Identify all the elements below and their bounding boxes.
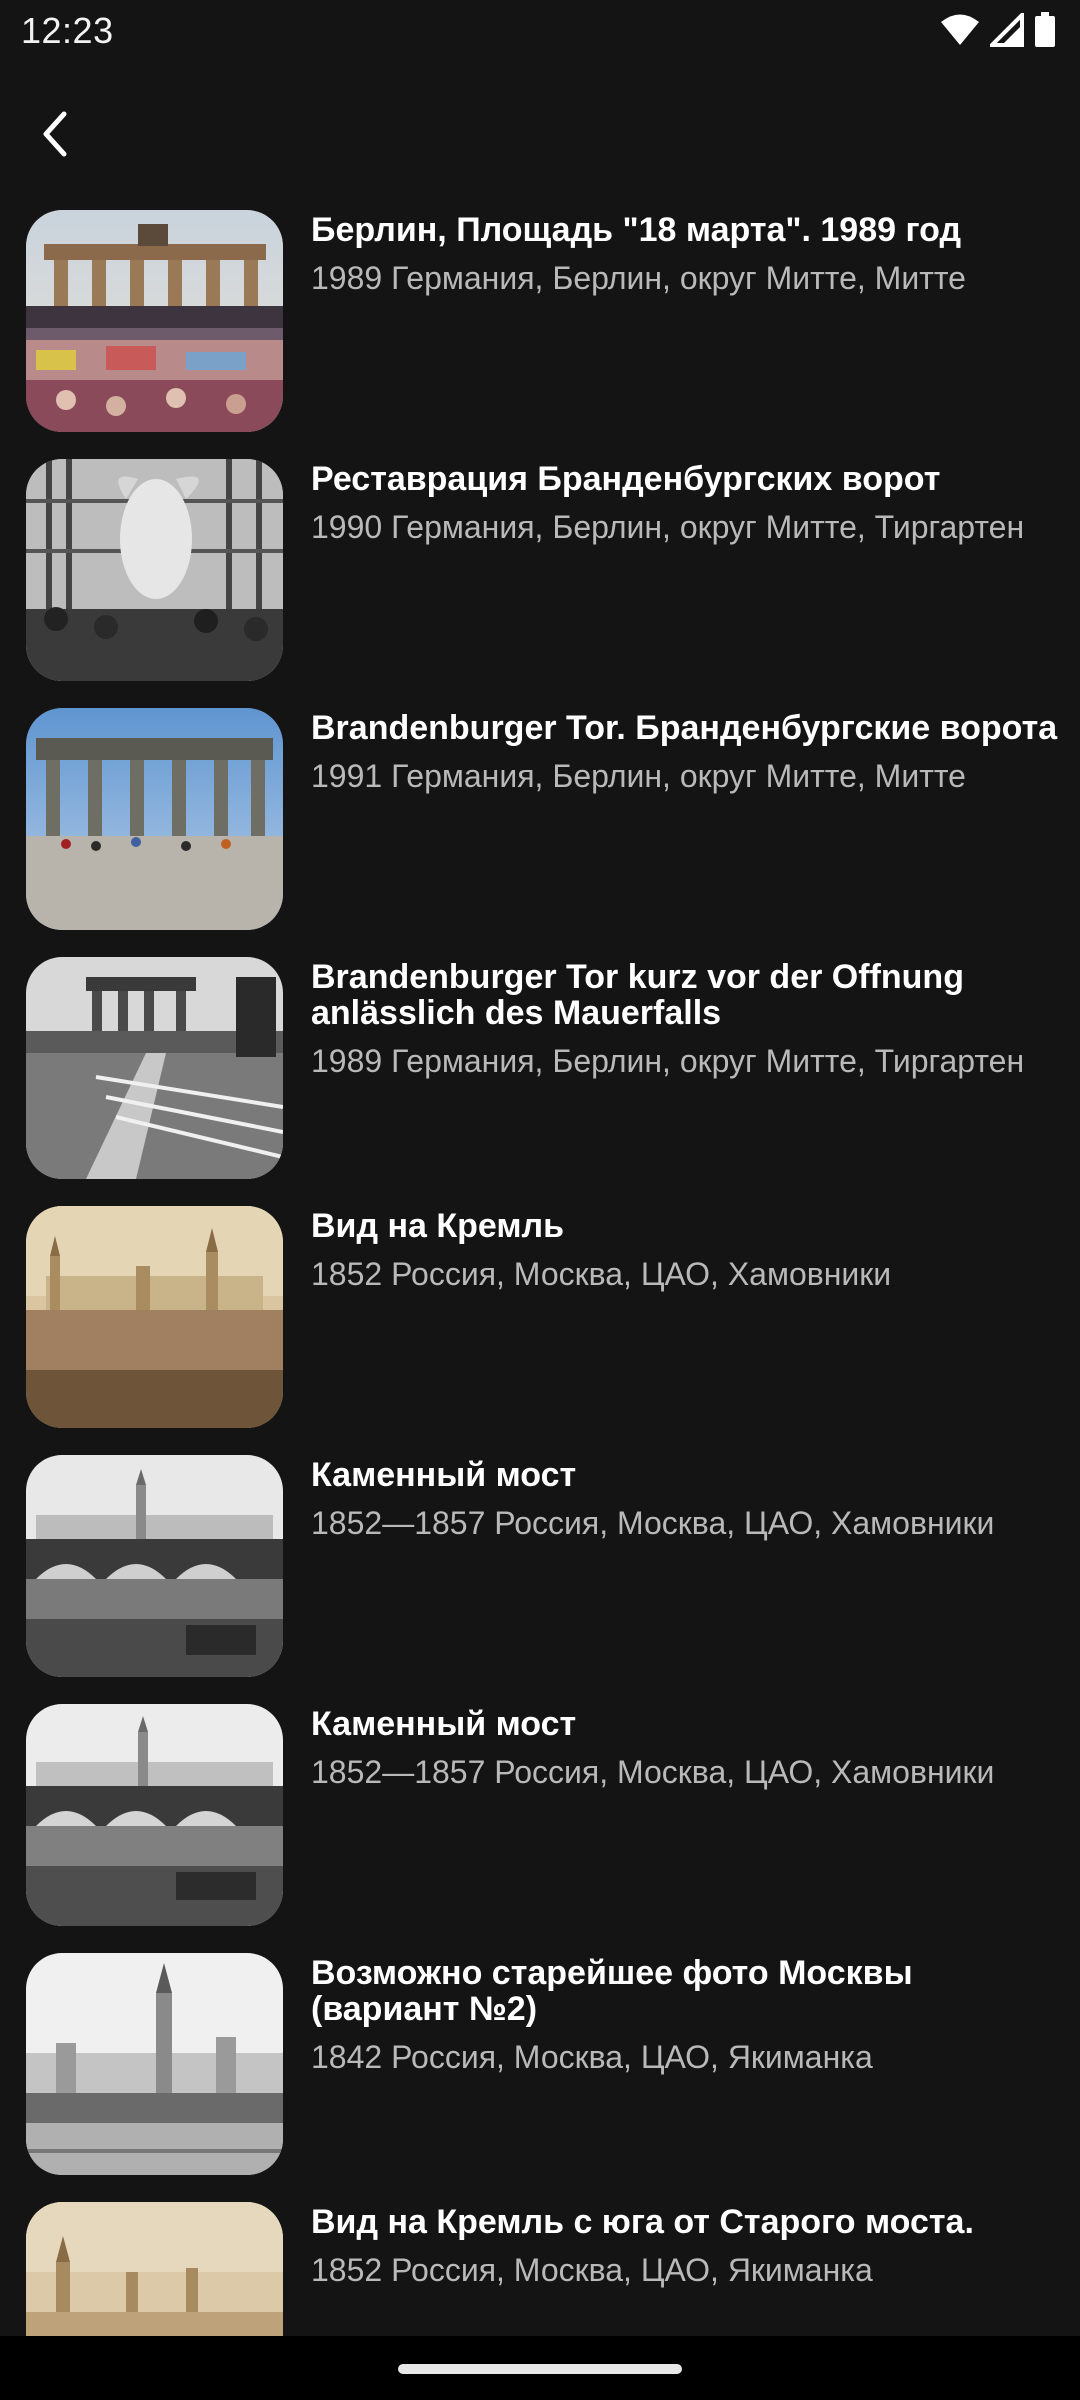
photo-thumbnail[interactable] [26, 708, 283, 930]
photo-thumbnail[interactable] [26, 210, 283, 432]
list-item-text: Вид на Кремль с юга от Старого моста. 18… [311, 2200, 1061, 2287]
list-item-text: Берлин, Площадь "18 марта". 1989 год 198… [311, 208, 1061, 295]
photo-thumbnail[interactable] [26, 2202, 283, 2336]
item-title: Берлин, Площадь "18 марта". 1989 год [311, 211, 962, 249]
list-item[interactable]: Возможно старейшее фото Москвы (вариант … [0, 1951, 1080, 2199]
list-item-text: Возможно старейшее фото Москвы (вариант … [311, 1951, 1061, 2074]
list-item-text: Brandenburger Tor kurz vor der Offnung a… [311, 955, 1061, 1078]
photo-thumbnail[interactable] [26, 459, 283, 681]
list-item[interactable]: Каменный мост 1852—1857 Россия, Москва, … [0, 1702, 1080, 1950]
status-bar: 12:23 [0, 0, 1080, 64]
item-title: Каменный мост [311, 1456, 577, 1494]
list-item-text: Каменный мост 1852—1857 Россия, Москва, … [311, 1702, 1061, 1789]
cellular-signal-icon [987, 10, 1024, 52]
list-item[interactable]: Берлин, Площадь "18 марта". 1989 год 198… [0, 208, 1080, 456]
item-title: Вид на Кремль [311, 1207, 565, 1245]
item-title: Возможно старейшее фото Москвы (вариант … [311, 1954, 913, 2028]
item-title: Brandenburger Tor. Бранденбургские ворот… [311, 709, 1058, 747]
item-subtitle: 1842 Россия, Москва, ЦАО, Якиманка [311, 2039, 873, 2075]
status-time: 12:23 [21, 10, 114, 51]
home-gesture-handle[interactable] [398, 2364, 682, 2374]
wifi-icon [940, 13, 980, 52]
photo-thumbnail[interactable] [26, 1206, 283, 1428]
item-subtitle: 1852—1857 Россия, Москва, ЦАО, Хамовники [311, 1505, 995, 1541]
item-subtitle: 1991 Германия, Берлин, округ Митте, Митт… [311, 758, 966, 794]
list-item-text: Каменный мост 1852—1857 Россия, Москва, … [311, 1453, 1061, 1540]
photo-thumbnail[interactable] [26, 1455, 283, 1677]
item-title: Вид на Кремль с юга от Старого моста. [311, 2203, 974, 2241]
item-subtitle: 1989 Германия, Берлин, округ Митте, Тирг… [311, 1043, 1025, 1079]
list-item[interactable]: Реставрация Бранденбургских ворот 1990 Г… [0, 457, 1080, 705]
photo-thumbnail[interactable] [26, 957, 283, 1179]
battery-icon [1034, 12, 1056, 53]
list-item-text: Реставрация Бранденбургских ворот 1990 Г… [311, 457, 1061, 544]
photo-thumbnail[interactable] [26, 1953, 283, 2175]
item-subtitle: 1852 Россия, Москва, ЦАО, Якиманка [311, 2252, 873, 2288]
status-icons [940, 10, 1056, 53]
photo-thumbnail[interactable] [26, 1704, 283, 1926]
list-item[interactable]: Каменный мост 1852—1857 Россия, Москва, … [0, 1453, 1080, 1701]
list-item-text: Вид на Кремль 1852 Россия, Москва, ЦАО, … [311, 1204, 1061, 1291]
item-subtitle: 1990 Германия, Берлин, округ Митте, Тирг… [311, 509, 1025, 545]
chevron-left-icon [36, 110, 76, 163]
item-title: Brandenburger Tor kurz vor der Offnung a… [311, 958, 964, 1032]
photo-list[interactable]: Берлин, Площадь "18 марта". 1989 год 198… [0, 208, 1080, 2336]
list-item-text: Brandenburger Tor. Бранденбургские ворот… [311, 706, 1061, 793]
list-item[interactable]: Brandenburger Tor. Бранденбургские ворот… [0, 706, 1080, 954]
list-item[interactable]: Вид на Кремль 1852 Россия, Москва, ЦАО, … [0, 1204, 1080, 1452]
app-bar [0, 64, 1080, 204]
item-subtitle: 1989 Германия, Берлин, округ Митте, Митт… [311, 260, 966, 296]
back-button[interactable] [24, 104, 88, 168]
item-title: Каменный мост [311, 1705, 577, 1743]
list-item[interactable]: Вид на Кремль с юга от Старого моста. 18… [0, 2200, 1080, 2336]
item-subtitle: 1852—1857 Россия, Москва, ЦАО, Хамовники [311, 1754, 995, 1790]
item-subtitle: 1852 Россия, Москва, ЦАО, Хамовники [311, 1256, 892, 1292]
list-item[interactable]: Brandenburger Tor kurz vor der Offnung a… [0, 955, 1080, 1203]
item-title: Реставрация Бранденбургских ворот [311, 460, 941, 498]
